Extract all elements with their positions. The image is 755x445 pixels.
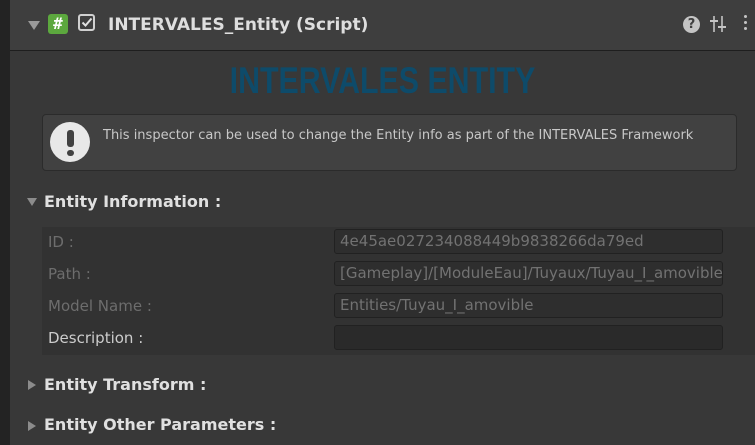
- inspector-left-border: [0, 0, 10, 445]
- banner-title: INTERVALES ENTITY: [229, 60, 536, 101]
- model-name-field: Entities/Tuyau_I_amovible: [334, 293, 723, 318]
- helpbox-text: This inspector can be used to change the…: [103, 128, 694, 143]
- description-label: Description :: [48, 329, 144, 347]
- context-menu-icon[interactable]: [744, 15, 748, 33]
- section-entity-transform[interactable]: Entity Transform :: [44, 375, 206, 394]
- checkmark-icon: [81, 17, 93, 27]
- description-field[interactable]: [334, 325, 723, 350]
- info-helpbox: This inspector can be used to change the…: [42, 114, 737, 171]
- section-entity-information[interactable]: Entity Information :: [44, 192, 221, 211]
- component-title: INTERVALES_Entity (Script): [108, 15, 369, 35]
- section-entity-other-parameters[interactable]: Entity Other Parameters :: [44, 415, 276, 434]
- section-expanded-arrow-icon[interactable]: [27, 198, 37, 206]
- path-label: Path :: [48, 265, 91, 283]
- component-enabled-checkbox[interactable]: [78, 14, 95, 31]
- component-header[interactable]: # INTERVALES_Entity (Script) ?: [10, 0, 755, 51]
- csharp-script-icon: #: [48, 14, 68, 34]
- section-collapsed-arrow-icon[interactable]: [28, 421, 36, 431]
- model-name-label: Model Name :: [48, 297, 152, 315]
- presets-icon[interactable]: [710, 15, 726, 33]
- help-icon[interactable]: ?: [683, 16, 700, 33]
- section-collapsed-arrow-icon[interactable]: [28, 380, 36, 390]
- info-icon: [50, 122, 90, 162]
- foldout-arrow-icon[interactable]: [28, 21, 40, 30]
- path-field: [Gameplay]/[ModuleEau]/Tuyaux/Tuyau_I_am…: [334, 261, 723, 286]
- id-label: ID :: [48, 233, 74, 251]
- id-field: 4e45ae027234088449b9838266da79ed: [334, 229, 723, 254]
